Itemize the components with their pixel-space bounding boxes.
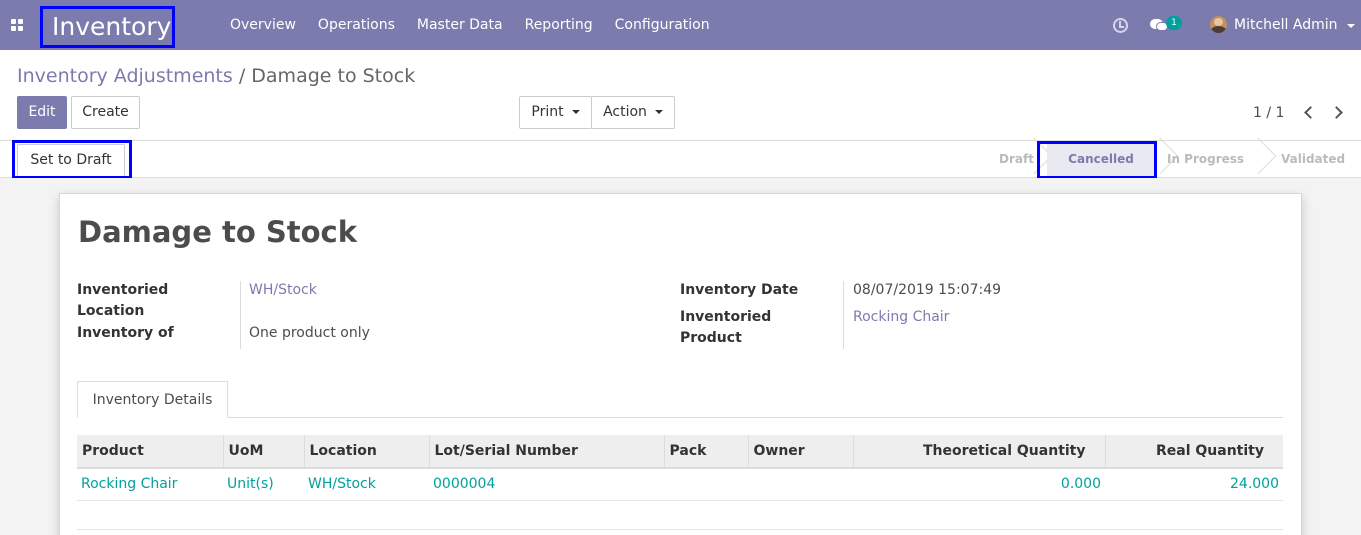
record-title: Damage to Stock — [78, 215, 357, 249]
menu-master-data[interactable]: Master Data — [417, 0, 503, 50]
action-label: Action — [603, 104, 647, 120]
print-caret-icon — [571, 110, 580, 114]
user-caret-icon[interactable] — [1347, 24, 1355, 28]
cell-product[interactable]: Rocking Chair — [77, 468, 223, 501]
inventory-of-label: Inventory of — [77, 325, 174, 341]
inventoried-location-label-line2: Location — [77, 303, 145, 319]
print-label: Print — [531, 104, 564, 120]
inventoried-location-label: Inventoried Location — [77, 280, 168, 322]
column-owner[interactable]: Owner — [748, 435, 854, 469]
menu-configuration[interactable]: Configuration — [615, 0, 710, 50]
user-menu[interactable]: Mitchell Admin — [1234, 0, 1338, 50]
menu-overview[interactable]: Overview — [230, 0, 296, 50]
apps-menu-icon[interactable] — [11, 19, 24, 32]
print-dropdown[interactable]: Print — [519, 96, 592, 129]
action-dropdown[interactable]: Action — [591, 96, 675, 129]
table-row[interactable]: Rocking Chair Unit(s) WH/Stock 0000004 0… — [77, 468, 1283, 501]
user-avatar[interactable] — [1210, 16, 1227, 33]
cell-lot-serial[interactable]: 0000004 — [429, 468, 664, 501]
breadcrumb-separator: / — [238, 65, 246, 87]
stage-in-progress: In Progress — [1167, 152, 1245, 166]
main-menu: Overview Operations Master Data Reportin… — [230, 0, 732, 50]
pager-previous-icon[interactable] — [1304, 106, 1317, 119]
tab-inventory-details[interactable]: Inventory Details — [77, 381, 228, 418]
breadcrumb-current: Damage to Stock — [251, 65, 416, 87]
table-header-row: Product UoM Location Lot/Serial Number P… — [77, 435, 1283, 469]
cell-owner[interactable] — [748, 468, 853, 501]
column-uom[interactable]: UoM — [223, 435, 305, 469]
action-caret-icon — [654, 110, 663, 114]
column-product[interactable]: Product — [77, 435, 224, 469]
table-footer-line — [77, 529, 1283, 530]
column-location[interactable]: Location — [304, 435, 430, 469]
column-lot-serial[interactable]: Lot/Serial Number — [429, 435, 665, 469]
tab-line — [77, 417, 1283, 418]
cell-uom[interactable]: Unit(s) — [223, 468, 304, 501]
inventory-of-value: One product only — [249, 325, 370, 341]
stage-validated: Validated — [1281, 152, 1346, 166]
cell-real-quantity[interactable]: 24.000 — [1105, 468, 1283, 501]
breadcrumb: Inventory Adjustments / Damage to Stock — [17, 63, 415, 89]
field-divider — [843, 281, 844, 349]
inventoried-location-label-line1: Inventoried — [77, 282, 169, 298]
create-button[interactable]: Create — [71, 96, 140, 129]
cell-pack[interactable] — [664, 468, 748, 501]
cell-theoretical-quantity[interactable]: 0.000 — [853, 468, 1105, 501]
inventoried-product-value[interactable]: Rocking Chair — [853, 307, 949, 328]
field-divider — [240, 281, 241, 349]
messaging-counter-badge: 1 — [1166, 16, 1182, 30]
top-navbar: Inventory Overview Operations Master Dat… — [0, 0, 1361, 50]
inventory-date-label: Inventory Date — [680, 282, 799, 298]
inventory-date-value: 08/07/2019 15:07:49 — [853, 282, 1002, 298]
pager-value[interactable]: 1 / 1 — [1253, 101, 1284, 125]
highlight-set-to-draft — [12, 140, 132, 179]
column-pack[interactable]: Pack — [664, 435, 749, 469]
inventoried-location-value[interactable]: WH/Stock — [249, 280, 317, 301]
edit-button[interactable]: Edit — [17, 96, 67, 129]
pager-next-icon[interactable] — [1330, 106, 1343, 119]
highlight-cancelled-stage — [1037, 141, 1157, 179]
breadcrumb-parent[interactable]: Inventory Adjustments — [17, 65, 233, 87]
column-theoretical-quantity[interactable]: Theoretical Quantity — [853, 435, 1106, 469]
stage-chevron-icon — [1239, 137, 1277, 175]
inventoried-product-label-line1: Inventoried — [680, 309, 772, 325]
menu-operations[interactable]: Operations — [318, 0, 395, 50]
app-brand[interactable]: Inventory — [40, 6, 175, 48]
inventoried-product-label: Inventoried Product — [680, 307, 771, 349]
cell-location[interactable]: WH/Stock — [304, 468, 429, 501]
inventory-lines-table: Product UoM Location Lot/Serial Number P… — [77, 435, 1283, 501]
menu-reporting[interactable]: Reporting — [525, 0, 593, 50]
activity-clock-icon[interactable] — [1113, 18, 1128, 33]
inventoried-product-label-line2: Product — [680, 330, 742, 346]
column-real-quantity[interactable]: Real Quantity — [1105, 435, 1283, 469]
